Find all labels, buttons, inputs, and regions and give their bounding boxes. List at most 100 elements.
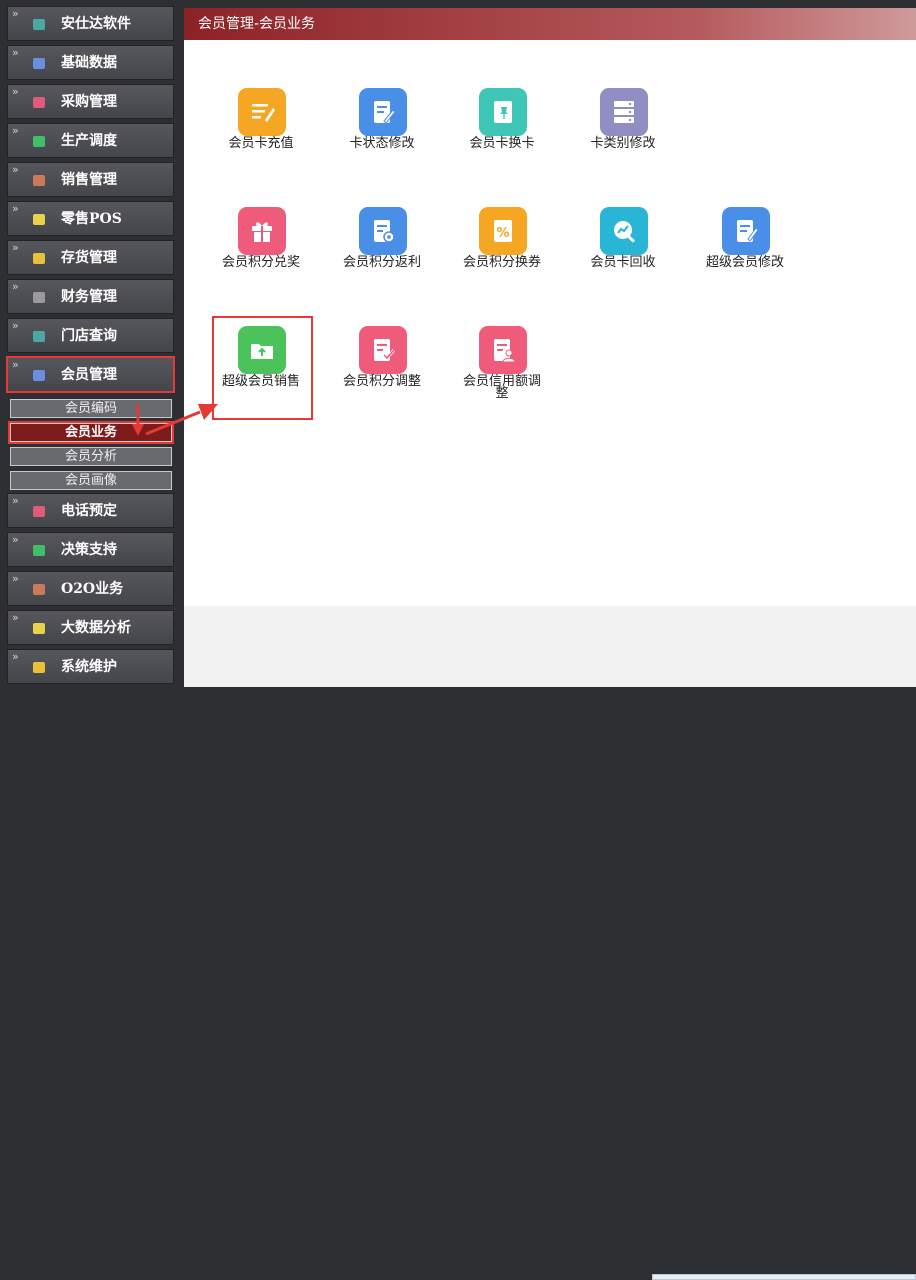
tile-card-status-edit[interactable]: 卡状态修改 xyxy=(337,88,427,188)
menu-label: 安仕达软件 xyxy=(61,16,131,32)
tile-label: 超级会员修改 xyxy=(705,255,784,270)
card-recharge-icon xyxy=(238,88,286,136)
menu-item-pos[interactable]: » 零售POS xyxy=(7,201,174,236)
double-chevron-icon: » xyxy=(12,46,19,59)
tile-card-recycle[interactable]: 会员卡回收 xyxy=(578,207,668,307)
menu-item-system[interactable]: » 系统维护 xyxy=(7,649,174,684)
menu-label: 销售管理 xyxy=(61,172,117,188)
software-icon xyxy=(33,19,45,30)
bigdata-icon xyxy=(33,623,45,634)
menu-item-phone-booking[interactable]: » 电话预定 xyxy=(7,493,174,528)
double-chevron-icon: » xyxy=(12,202,19,215)
tile-label: 会员积分调整 xyxy=(342,374,421,389)
search-chart-icon xyxy=(600,207,648,255)
menu-label: 零售POS xyxy=(61,211,122,227)
doc-user-icon xyxy=(479,326,527,374)
menu-item-purchase[interactable]: » 采购管理 xyxy=(7,84,174,119)
submenu-member-profile[interactable]: 会员画像 xyxy=(10,471,172,490)
purchase-icon xyxy=(33,97,45,108)
tile-card-type-edit[interactable]: 卡类别修改 xyxy=(578,88,668,188)
tile-label: 卡类别修改 xyxy=(590,136,656,151)
menu-item-bigdata[interactable]: » 大数据分析 xyxy=(7,610,174,645)
tile-label: 会员积分返利 xyxy=(342,255,421,270)
store-icon xyxy=(33,331,45,342)
submenu-member-business[interactable]: 会员业务 xyxy=(8,421,174,444)
menu-label: 存货管理 xyxy=(61,250,117,266)
tile-label: 会员卡换卡 xyxy=(469,136,535,151)
tile-points-rebate[interactable]: 会员积分返利 xyxy=(337,207,427,307)
tile-grid: 会员卡充值 卡状态修改 会员卡换卡 卡类别修改 会员积分兑奖 会员积分返利 % … xyxy=(184,40,916,606)
percent-coupon-icon: % xyxy=(479,207,527,255)
data-icon xyxy=(33,58,45,69)
menu-label: 采购管理 xyxy=(61,94,117,110)
phone-icon xyxy=(33,506,45,517)
tile-card-recharge[interactable]: 会员卡充值 xyxy=(216,88,306,188)
double-chevron-icon: » xyxy=(12,241,19,254)
tile-credit-adjust[interactable]: 会员信用额调整 xyxy=(457,326,547,426)
menu-item-finance[interactable]: » 财务管理 xyxy=(7,279,174,314)
doc-check-icon xyxy=(359,326,407,374)
double-chevron-icon: » xyxy=(12,611,19,624)
menu-item-basic-data[interactable]: » 基础数据 xyxy=(7,45,174,80)
doc-settings-icon xyxy=(359,207,407,255)
double-chevron-icon: » xyxy=(12,572,19,585)
pos-icon xyxy=(33,214,45,225)
tile-label: 会员积分兑奖 xyxy=(221,255,300,270)
highlight-box xyxy=(212,316,313,420)
tile-card-exchange[interactable]: 会员卡换卡 xyxy=(457,88,547,188)
double-chevron-icon: » xyxy=(12,280,19,293)
double-chevron-down-icon: » xyxy=(12,358,19,371)
double-chevron-icon: » xyxy=(12,319,19,332)
double-chevron-icon: » xyxy=(12,533,19,546)
menu-item-software[interactable]: » 安仕达软件 xyxy=(7,6,174,41)
double-chevron-icon: » xyxy=(12,85,19,98)
edit-document-icon xyxy=(359,88,407,136)
sales-icon xyxy=(33,175,45,186)
menu-item-o2o[interactable]: » O2O业务 xyxy=(7,571,174,606)
svg-text:%: % xyxy=(496,226,509,241)
menu-label: 决策支持 xyxy=(61,542,117,558)
menu-label: 电话预定 xyxy=(61,503,117,519)
bottom-bar xyxy=(184,606,916,1280)
double-chevron-icon: » xyxy=(12,494,19,507)
menu-label: 会员管理 xyxy=(61,367,117,383)
menu-item-store[interactable]: » 门店查询 xyxy=(7,318,174,353)
menu-label: 财务管理 xyxy=(61,289,117,305)
member-icon xyxy=(33,370,45,381)
tile-points-redeem[interactable]: 会员积分兑奖 xyxy=(216,207,306,307)
pin-document-icon xyxy=(479,88,527,136)
tile-label: 会员信用额调整 xyxy=(462,374,541,401)
menu-item-inventory[interactable]: » 存货管理 xyxy=(7,240,174,275)
menu-item-member[interactable]: » 会员管理 xyxy=(6,356,175,393)
system-icon xyxy=(33,662,45,673)
edit-pen-icon xyxy=(722,207,770,255)
tile-points-adjust[interactable]: 会员积分调整 xyxy=(337,326,427,426)
double-chevron-icon: » xyxy=(12,163,19,176)
menu-item-decision[interactable]: » 决策支持 xyxy=(7,532,174,567)
gift-icon xyxy=(238,207,286,255)
menu-item-sales[interactable]: » 销售管理 xyxy=(7,162,174,197)
server-list-icon xyxy=(600,88,648,136)
tile-super-member-edit[interactable]: 超级会员修改 xyxy=(700,207,790,307)
page-title: 会员管理-会员业务 xyxy=(198,16,316,32)
submenu-member-analysis[interactable]: 会员分析 xyxy=(10,447,172,466)
menu-item-production[interactable]: » 生产调度 xyxy=(7,123,174,158)
o2o-icon xyxy=(33,584,45,595)
tile-points-coupon[interactable]: % 会员积分换券 xyxy=(457,207,547,307)
horizontal-scrollbar[interactable] xyxy=(652,1274,916,1280)
decision-icon xyxy=(33,545,45,556)
double-chevron-icon: » xyxy=(12,650,19,663)
finance-icon xyxy=(33,292,45,303)
main-panel: 会员管理-会员业务 会员卡充值 卡状态修改 会员卡换卡 卡类别修改 会员积分兑奖… xyxy=(184,8,916,1280)
tile-label: 会员卡充值 xyxy=(228,136,294,151)
menu-label: 基础数据 xyxy=(61,55,117,71)
menu-label: 大数据分析 xyxy=(61,620,131,636)
sidebar: » 安仕达软件 » 基础数据 » 采购管理 » 生产调度 » 销售管理 » 零售… xyxy=(0,0,180,687)
menu-label: 系统维护 xyxy=(61,659,117,675)
inventory-icon xyxy=(33,253,45,264)
submenu-member-code[interactable]: 会员编码 xyxy=(10,399,172,418)
page-title-bar: 会员管理-会员业务 xyxy=(184,8,916,40)
menu-label: 生产调度 xyxy=(61,133,117,149)
double-chevron-icon: » xyxy=(12,7,19,20)
tile-label: 卡状态修改 xyxy=(349,136,415,151)
